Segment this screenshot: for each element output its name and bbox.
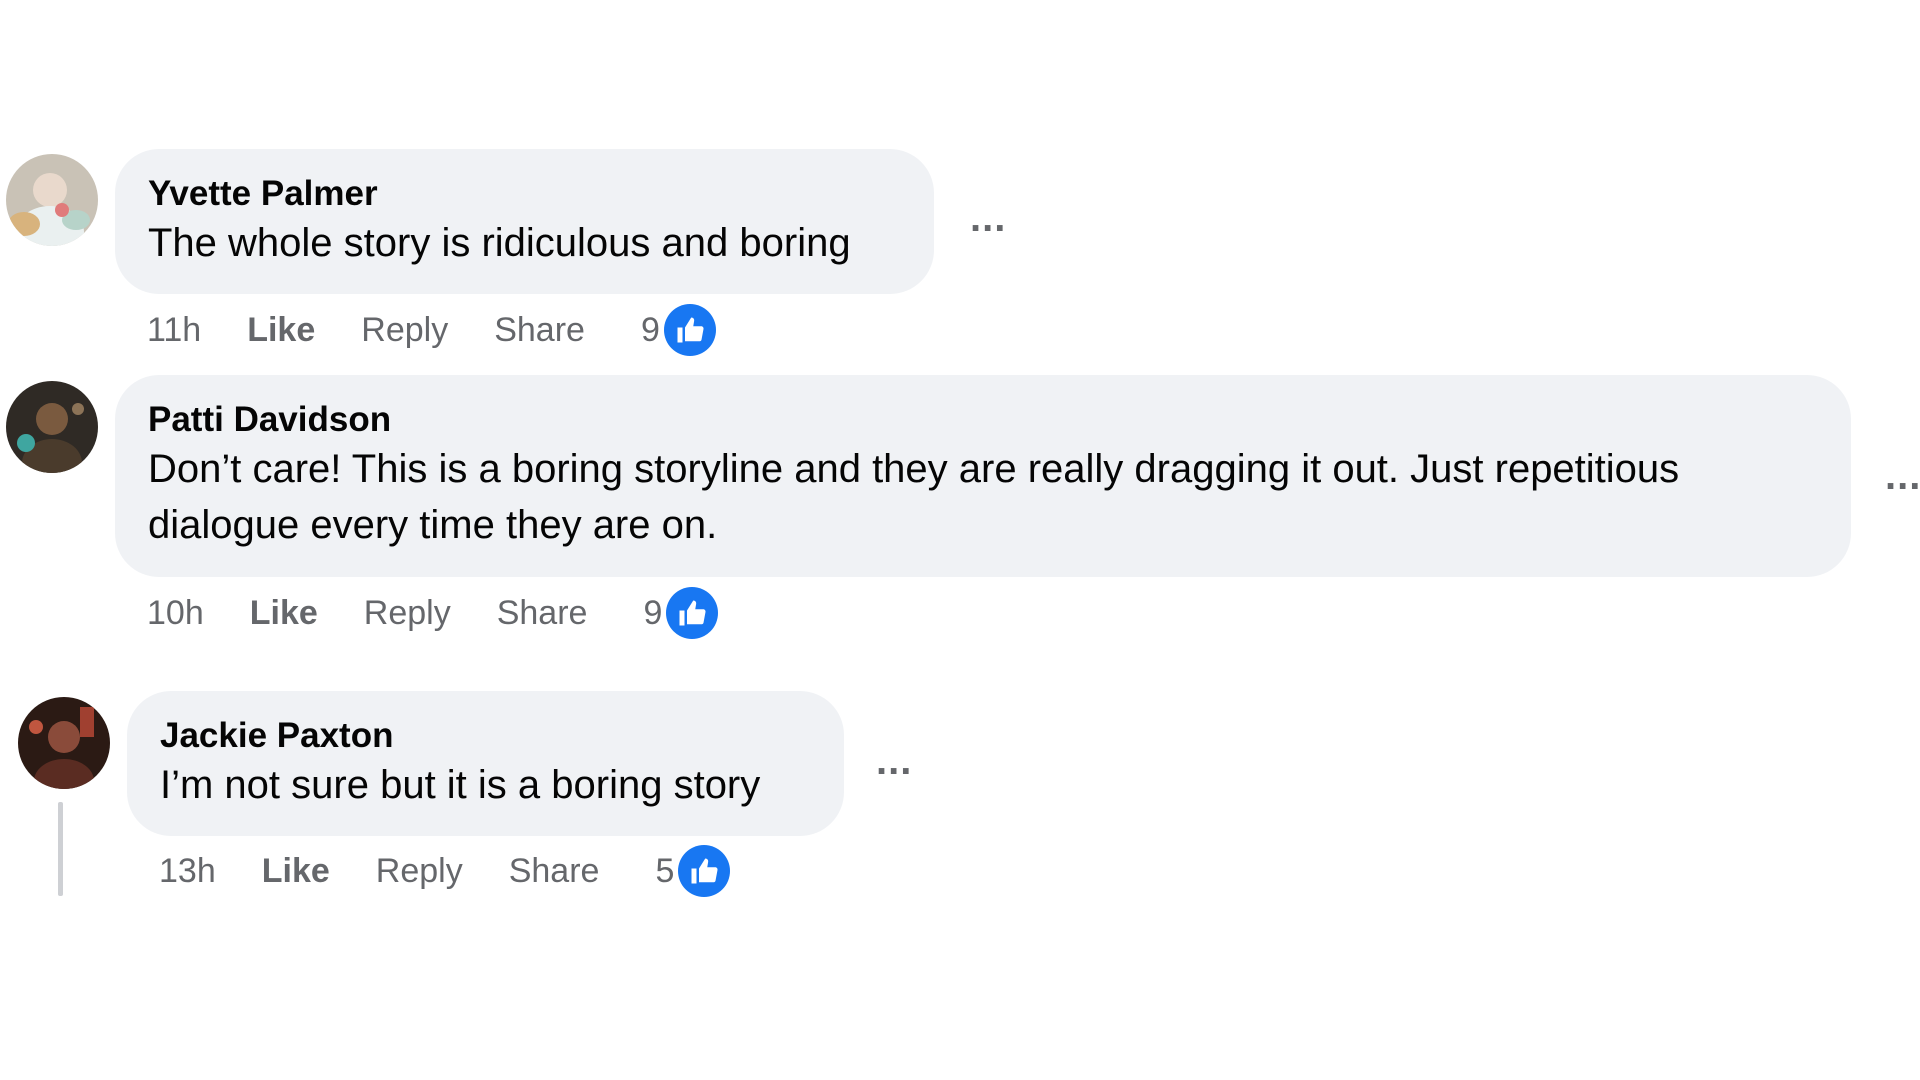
comment-bubble: Patti Davidson Don’t care! This is a bor…	[115, 375, 1851, 577]
like-button[interactable]: Like	[262, 852, 330, 891]
comment-author[interactable]: Yvette Palmer	[148, 173, 900, 215]
thread-line	[58, 802, 63, 896]
comment-bubble: Jackie Paxton I’m not sure but it is a b…	[127, 691, 844, 836]
avatar[interactable]	[6, 381, 98, 473]
reply-button[interactable]: Reply	[376, 852, 463, 891]
comment-text: Don’t care! This is a boring storyline a…	[148, 447, 1680, 547]
more-options-icon[interactable]: ...	[970, 198, 1006, 238]
comment-timestamp[interactable]: 10h	[147, 594, 204, 633]
reply-button[interactable]: Reply	[364, 594, 451, 633]
share-button[interactable]: Share	[509, 852, 600, 891]
comment-actions: 11h Like Reply Share 9	[147, 303, 716, 357]
thumbs-up-icon	[663, 304, 716, 356]
more-options-icon[interactable]: ...	[1885, 456, 1920, 496]
like-button[interactable]: Like	[250, 594, 318, 633]
comments-section: Yvette Palmer The whole story is ridicul…	[0, 0, 1920, 1080]
share-button[interactable]: Share	[497, 594, 588, 633]
comment-author[interactable]: Patti Davidson	[148, 399, 1817, 441]
comment-timestamp[interactable]: 13h	[159, 852, 216, 891]
comment-author[interactable]: Jackie Paxton	[160, 715, 810, 757]
more-options-icon[interactable]: ...	[876, 741, 912, 781]
comment-bubble: Yvette Palmer The whole story is ridicul…	[115, 149, 934, 294]
reaction-count: 9	[640, 310, 660, 349]
avatar[interactable]	[18, 697, 110, 789]
comment-actions: 13h Like Reply Share 5	[159, 844, 731, 898]
comment-text: I’m not sure but it is a boring story	[160, 763, 761, 807]
reaction-count: 9	[643, 593, 663, 632]
reaction-count: 5	[655, 851, 675, 890]
share-button[interactable]: Share	[494, 311, 585, 350]
comment-timestamp[interactable]: 11h	[147, 311, 201, 350]
like-button[interactable]: Like	[247, 311, 315, 350]
thumbs-up-icon	[678, 845, 731, 897]
avatar[interactable]	[6, 154, 98, 246]
reaction-summary[interactable]: 5	[655, 845, 731, 897]
reply-button[interactable]: Reply	[361, 311, 448, 350]
thumbs-up-icon	[666, 587, 719, 639]
reaction-summary[interactable]: 9	[643, 587, 719, 639]
reaction-summary[interactable]: 9	[641, 304, 716, 356]
comment-text: The whole story is ridiculous and boring	[148, 221, 851, 265]
comment-actions: 10h Like Reply Share 9	[147, 586, 719, 640]
